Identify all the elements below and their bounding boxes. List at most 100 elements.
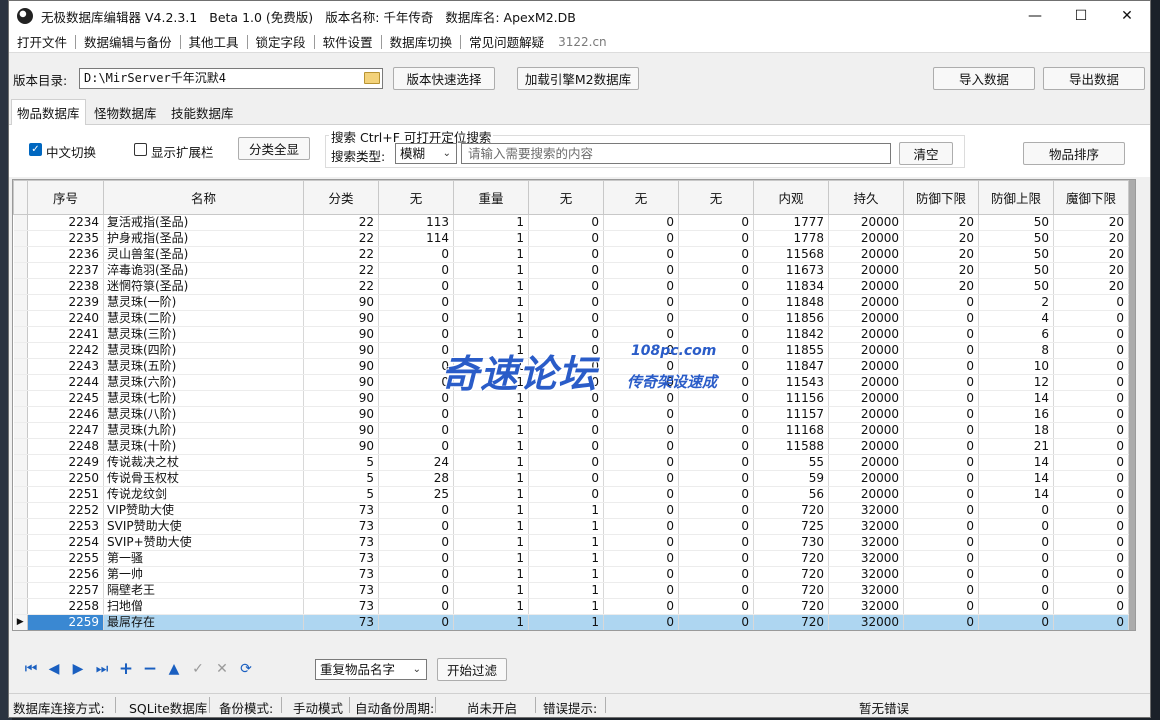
table-cell[interactable]: 2237 [27,262,104,279]
table-cell[interactable]: 1 [453,438,529,455]
table-cell[interactable]: 0 [1053,470,1129,487]
table-cell[interactable]: 12 [978,374,1054,391]
table-cell[interactable]: 1 [453,406,529,423]
table-cell[interactable]: SVIP赞助大使 [103,518,304,535]
table-cell[interactable]: 2234 [27,214,104,231]
row-indicator[interactable] [13,214,28,231]
refresh-icon[interactable]: ⟳ [238,661,254,677]
item-sort-button[interactable]: 物品排序 [1023,142,1125,165]
row-indicator[interactable] [13,390,28,407]
table-cell[interactable]: 24 [378,454,454,471]
table-cell[interactable]: 0 [378,358,454,375]
table-cell[interactable]: 20 [1053,262,1129,279]
column-header[interactable]: 魔御下限 [1053,180,1129,215]
table-cell[interactable]: 1 [528,518,604,535]
table-cell[interactable]: 2242 [27,342,104,359]
table-cell[interactable]: 20000 [828,278,904,295]
table-cell[interactable]: 0 [378,390,454,407]
import-data-button[interactable]: 导入数据 [933,67,1035,90]
table-row[interactable]: 2243 慧灵珠(五阶) 90 0 1 0 0 0 11847 20000 0 10 0 [13,358,1129,375]
table-cell[interactable]: 2257 [27,582,104,599]
table-cell[interactable]: 1 [453,310,529,327]
item-data-grid[interactable]: 序号 名称 分类 无 重量 无 无 无 内观 持久 防御下限 防御上限 魔御下限… [12,179,1136,631]
table-row[interactable]: 2251 传说龙纹剑 5 25 1 0 0 0 56 20000 0 14 0 [13,486,1129,503]
table-cell[interactable]: 14 [978,486,1054,503]
table-cell[interactable]: 2247 [27,422,104,439]
table-cell[interactable]: 11543 [753,374,829,391]
menu-other-tools[interactable]: 其他工具 [181,32,247,51]
table-cell[interactable]: 1 [528,598,604,615]
table-cell[interactable]: 20000 [828,374,904,391]
table-cell[interactable]: 0 [528,230,604,247]
table-cell[interactable]: 0 [378,342,454,359]
row-indicator[interactable] [13,534,28,551]
table-cell[interactable]: 0 [528,262,604,279]
table-cell[interactable]: 0 [678,598,754,615]
table-cell[interactable]: 0 [603,470,679,487]
table-cell[interactable]: 0 [678,374,754,391]
table-cell[interactable]: 慧灵珠(二阶) [103,310,304,327]
table-cell[interactable]: 113 [378,214,454,231]
table-cell[interactable]: 0 [978,598,1054,615]
table-cell[interactable]: 20000 [828,262,904,279]
table-cell[interactable]: 0 [678,470,754,487]
search-input[interactable]: 请输入需要搜索的内容 [461,143,891,164]
next-record-icon[interactable]: ▶ [70,661,86,677]
table-cell[interactable]: 传说骨玉权杖 [103,470,304,487]
table-cell[interactable]: 2254 [27,534,104,551]
table-cell[interactable]: 50 [978,278,1054,295]
row-indicator[interactable] [13,454,28,471]
table-cell[interactable]: 0 [378,326,454,343]
table-cell[interactable]: 1 [453,534,529,551]
row-indicator[interactable] [13,566,28,583]
table-cell[interactable]: 0 [378,294,454,311]
table-cell[interactable]: 2236 [27,246,104,263]
minimize-button[interactable]: — [1012,1,1058,31]
table-cell[interactable]: 慧灵珠(九阶) [103,422,304,439]
table-cell[interactable]: 11168 [753,422,829,439]
table-cell[interactable]: 720 [753,566,829,583]
table-row[interactable]: 2252 VIP赞助大使 73 0 1 1 0 0 720 32000 0 0 0 [13,502,1129,519]
table-cell[interactable]: 0 [378,262,454,279]
table-cell[interactable]: 0 [678,310,754,327]
version-quick-select-button[interactable]: 版本快速选择 [393,67,495,90]
table-cell[interactable]: 0 [903,358,979,375]
table-row[interactable]: 2237 淬毒诡羽(圣品) 22 0 1 0 0 0 11673 20000 20 50 20 [13,262,1129,279]
table-cell[interactable]: 20000 [828,454,904,471]
tab-monster-db[interactable]: 怪物数据库 [89,101,162,123]
table-cell[interactable]: 1 [453,294,529,311]
column-header[interactable]: 内观 [753,180,829,215]
table-cell[interactable]: 2244 [27,374,104,391]
menu-faq[interactable]: 常见问题解疑 [461,32,552,51]
table-row[interactable]: 2242 慧灵珠(四阶) 90 0 1 0 0 0 11855 20000 0 8 0 [13,342,1129,359]
table-cell[interactable]: 2251 [27,486,104,503]
table-cell[interactable]: 11588 [753,438,829,455]
table-cell[interactable]: 20000 [828,342,904,359]
table-cell[interactable]: 0 [903,582,979,599]
table-cell[interactable]: 0 [1053,326,1129,343]
table-cell[interactable]: 18 [978,422,1054,439]
table-cell[interactable]: 1 [453,502,529,519]
table-cell[interactable]: 0 [678,342,754,359]
table-cell[interactable]: 20 [1053,230,1129,247]
table-cell[interactable]: 2253 [27,518,104,535]
table-cell[interactable]: 0 [378,406,454,423]
table-cell[interactable]: 0 [378,246,454,263]
table-cell[interactable]: 20000 [828,326,904,343]
table-row[interactable]: 2240 慧灵珠(二阶) 90 0 1 0 0 0 11856 20000 0 4 0 [13,310,1129,327]
column-header[interactable]: 无 [603,180,679,215]
table-cell[interactable]: 0 [603,310,679,327]
table-cell[interactable]: 11842 [753,326,829,343]
table-cell[interactable]: 0 [678,262,754,279]
table-cell[interactable]: 0 [1053,614,1129,630]
delete-record-icon[interactable]: − [142,661,158,678]
last-record-icon[interactable]: ⏭ [94,661,110,677]
row-indicator[interactable] [13,294,28,311]
table-cell[interactable]: 90 [303,326,379,343]
table-cell[interactable]: 56 [753,486,829,503]
table-cell[interactable]: 0 [1053,550,1129,567]
table-cell[interactable]: 0 [903,486,979,503]
table-row[interactable]: 2236 灵山兽玺(圣品) 22 0 1 0 0 0 11568 20000 20 50 20 [13,246,1129,263]
table-row[interactable]: 2258 扫地僧 73 0 1 1 0 0 720 32000 0 0 0 [13,598,1129,615]
table-cell[interactable]: 0 [903,470,979,487]
